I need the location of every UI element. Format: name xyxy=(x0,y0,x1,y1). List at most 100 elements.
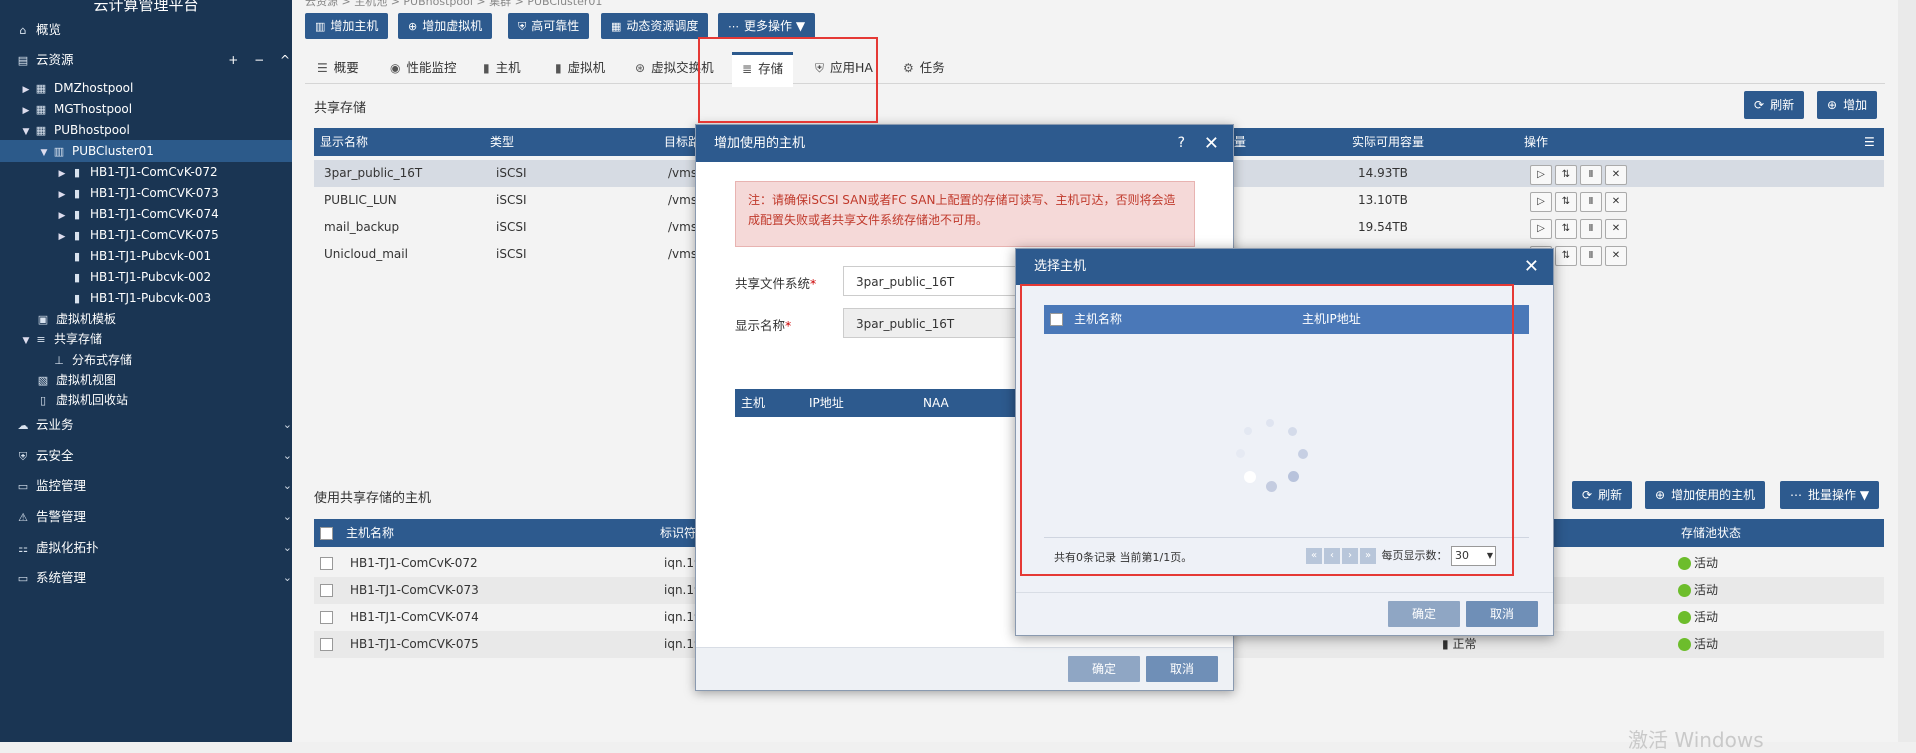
tree-node-pubcluster01[interactable]: ▼ ▥ PUBCluster01 xyxy=(0,140,330,162)
start-icon[interactable]: ▷ xyxy=(1530,165,1552,185)
tree-node-vm-template[interactable]: ▣ 虚拟机模板 xyxy=(0,308,328,330)
nav-system[interactable]: ▭ 系统管理 ⌄ xyxy=(0,567,308,589)
shield-icon: ⛨ xyxy=(518,20,527,33)
tree-controls[interactable]: + − ^ xyxy=(228,49,296,71)
fs-label: 共享文件系统* xyxy=(735,276,817,291)
status-active-icon xyxy=(1678,584,1691,597)
row-checkbox[interactable] xyxy=(320,638,333,651)
confirm-button[interactable]: 确定 xyxy=(1068,656,1140,682)
confirm-button[interactable]: 确定 xyxy=(1388,601,1460,627)
ha-button[interactable]: ⛨ 高可靠性 xyxy=(508,13,590,39)
host-icon: ▮ xyxy=(483,61,490,75)
add-host-button[interactable]: ▥ 增加主机 xyxy=(305,13,389,39)
page-scrollbar[interactable] xyxy=(1898,0,1916,742)
home-icon: ⌂ xyxy=(19,24,27,37)
chevron-down-icon: ⌄ xyxy=(282,449,292,462)
col-host-name: 主机名称 xyxy=(346,526,395,540)
gauge-icon: ◉ xyxy=(390,61,401,75)
dialog-footer: 确定 取消 xyxy=(696,647,1233,690)
alarm-icon: ⚠ xyxy=(18,511,28,524)
cancel-button[interactable]: 取消 xyxy=(1146,656,1218,682)
tree-node-mgthostpool[interactable]: ▶ ▦ MGThostpool xyxy=(0,98,312,120)
close-icon[interactable]: ✕ xyxy=(1605,246,1627,266)
tab-vms[interactable]: ▮ 虚拟机 xyxy=(555,52,605,84)
tab-performance[interactable]: ◉ 性能监控 xyxy=(390,52,457,84)
nav-topology[interactable]: ⚏ 虚拟化拓扑 ⌄ xyxy=(0,537,308,559)
host-icon: ▮ xyxy=(73,250,81,263)
breadcrumb[interactable]: 云资源 > 主机池 > PUBhostpool > 集群 > PUBCluste… xyxy=(305,0,602,9)
trash-icon: ▯ xyxy=(39,394,47,407)
start-icon[interactable]: ▷ xyxy=(1530,192,1552,212)
dialog-header: 增加使用的主机 ? ✕ xyxy=(696,125,1233,162)
tree-node-vm-recycle[interactable]: ▯ 虚拟机回收站 xyxy=(0,389,328,411)
server-icon: ▦ xyxy=(35,103,47,116)
warning-message: 注：请确保iSCSI SAN或者FC SAN上配置的存储可读写、主机可达，否则将… xyxy=(735,181,1195,247)
sync-icon[interactable]: ⇅ xyxy=(1555,219,1577,239)
host-icon: ▮ xyxy=(73,208,81,221)
cancel-button[interactable]: 取消 xyxy=(1466,601,1538,627)
security-icon: ⛨ xyxy=(18,450,28,463)
nav-cloud-resources[interactable]: ▤ 云资源 + − ^ xyxy=(0,49,308,71)
monitor-icon: ▭ xyxy=(17,480,29,493)
help-icon[interactable]: ? xyxy=(1178,125,1185,162)
pause-icon[interactable]: Ⅱ xyxy=(1580,219,1602,239)
close-icon[interactable]: ✕ xyxy=(1605,192,1627,212)
dialog-title: 增加使用的主机 xyxy=(714,136,806,151)
nav-monitoring[interactable]: ▭ 监控管理 ⌄ xyxy=(0,475,308,497)
nav-alarm[interactable]: ⚠ 告警管理 ⌄ xyxy=(0,506,308,528)
highlight-box-storage-tab xyxy=(698,37,878,123)
tab-overview[interactable]: ☰ 概要 xyxy=(317,52,359,84)
col-operations: 操作 xyxy=(1524,135,1549,149)
drs-button[interactable]: ▦ 动态资源调度 xyxy=(601,13,709,39)
list-icon: ☰ xyxy=(317,61,328,75)
resource-icon: ▤ xyxy=(17,54,29,67)
add-used-host-button[interactable]: ⊕ 增加使用的主机 xyxy=(1645,481,1766,509)
close-icon[interactable]: ✕ xyxy=(1524,249,1539,285)
close-icon[interactable]: ✕ xyxy=(1605,165,1627,185)
tab-tasks[interactable]: ⚙ 任务 xyxy=(903,52,945,84)
server-icon: ▦ xyxy=(35,124,47,137)
host-icon: ▮ xyxy=(73,271,81,284)
shared-storage-title: 共享存储 xyxy=(314,101,367,116)
host-icon: ▮ xyxy=(73,187,81,200)
tree-node-dmzhostpool[interactable]: ▶ ▦ DMZhostpool xyxy=(0,77,312,99)
close-icon[interactable]: ✕ xyxy=(1204,125,1219,162)
tree-node-shared-storage[interactable]: ▼ ≡ 共享存储 xyxy=(0,328,312,350)
storage-refresh-button[interactable]: ⟳ 刷新 xyxy=(1744,91,1805,119)
dialog-footer: 确定 取消 xyxy=(1016,592,1553,635)
grid-icon: ▦ xyxy=(611,20,622,33)
col-available-capacity: 实际可用容量 xyxy=(1352,135,1425,149)
nav-cloud-security[interactable]: ⛨ 云安全 ⌄ xyxy=(0,445,308,467)
plus-circle-icon: ⊕ xyxy=(1827,98,1838,112)
pause-icon[interactable]: Ⅱ xyxy=(1580,192,1602,212)
nav-cloud-business[interactable]: ☁ 云业务 ⌄ xyxy=(0,414,308,436)
tree-node-pubhostpool[interactable]: ▼ ▦ PUBhostpool xyxy=(0,119,312,141)
row-checkbox[interactable] xyxy=(320,584,333,597)
tab-hosts[interactable]: ▮ 主机 xyxy=(483,52,521,84)
tree-node-vm-view[interactable]: ▧ 虚拟机视图 xyxy=(0,369,328,391)
row-checkbox[interactable] xyxy=(320,557,333,570)
sync-icon[interactable]: ⇅ xyxy=(1555,246,1577,266)
start-icon[interactable]: ▷ xyxy=(1530,219,1552,239)
more-actions-button[interactable]: ⋯ 更多操作 ▼ xyxy=(718,13,816,39)
column-menu-icon[interactable]: ☰ xyxy=(1864,128,1875,156)
add-vm-button[interactable]: ⊕ 增加虚拟机 xyxy=(398,13,493,39)
ellipsis-icon: ⋯ xyxy=(728,20,739,33)
vm-icon: ▮ xyxy=(555,61,562,75)
pause-icon[interactable]: Ⅱ xyxy=(1580,165,1602,185)
nav-overview[interactable]: ⌂ 概览 xyxy=(0,19,308,41)
refresh-icon: ⟳ xyxy=(1582,488,1593,502)
close-icon[interactable]: ✕ xyxy=(1605,219,1627,239)
sync-icon[interactable]: ⇅ xyxy=(1555,165,1577,185)
row-checkbox[interactable] xyxy=(320,611,333,624)
pause-icon[interactable]: Ⅱ xyxy=(1580,246,1602,266)
sync-icon[interactable]: ⇅ xyxy=(1555,192,1577,212)
dialog-header: 选择主机 ✕ xyxy=(1016,249,1553,285)
hosts-refresh-button[interactable]: ⟳ 刷新 xyxy=(1572,481,1633,509)
host-ok-icon: ▮ xyxy=(1442,637,1449,651)
select-all-checkbox[interactable] xyxy=(320,527,333,540)
col-identifier: 标识符 xyxy=(660,526,697,540)
batch-actions-button[interactable]: ⋯ 批量操作 ▼ xyxy=(1780,481,1880,509)
storage-add-button[interactable]: ⊕ 增加 xyxy=(1817,91,1878,119)
switch-icon: ⊛ xyxy=(635,61,646,75)
